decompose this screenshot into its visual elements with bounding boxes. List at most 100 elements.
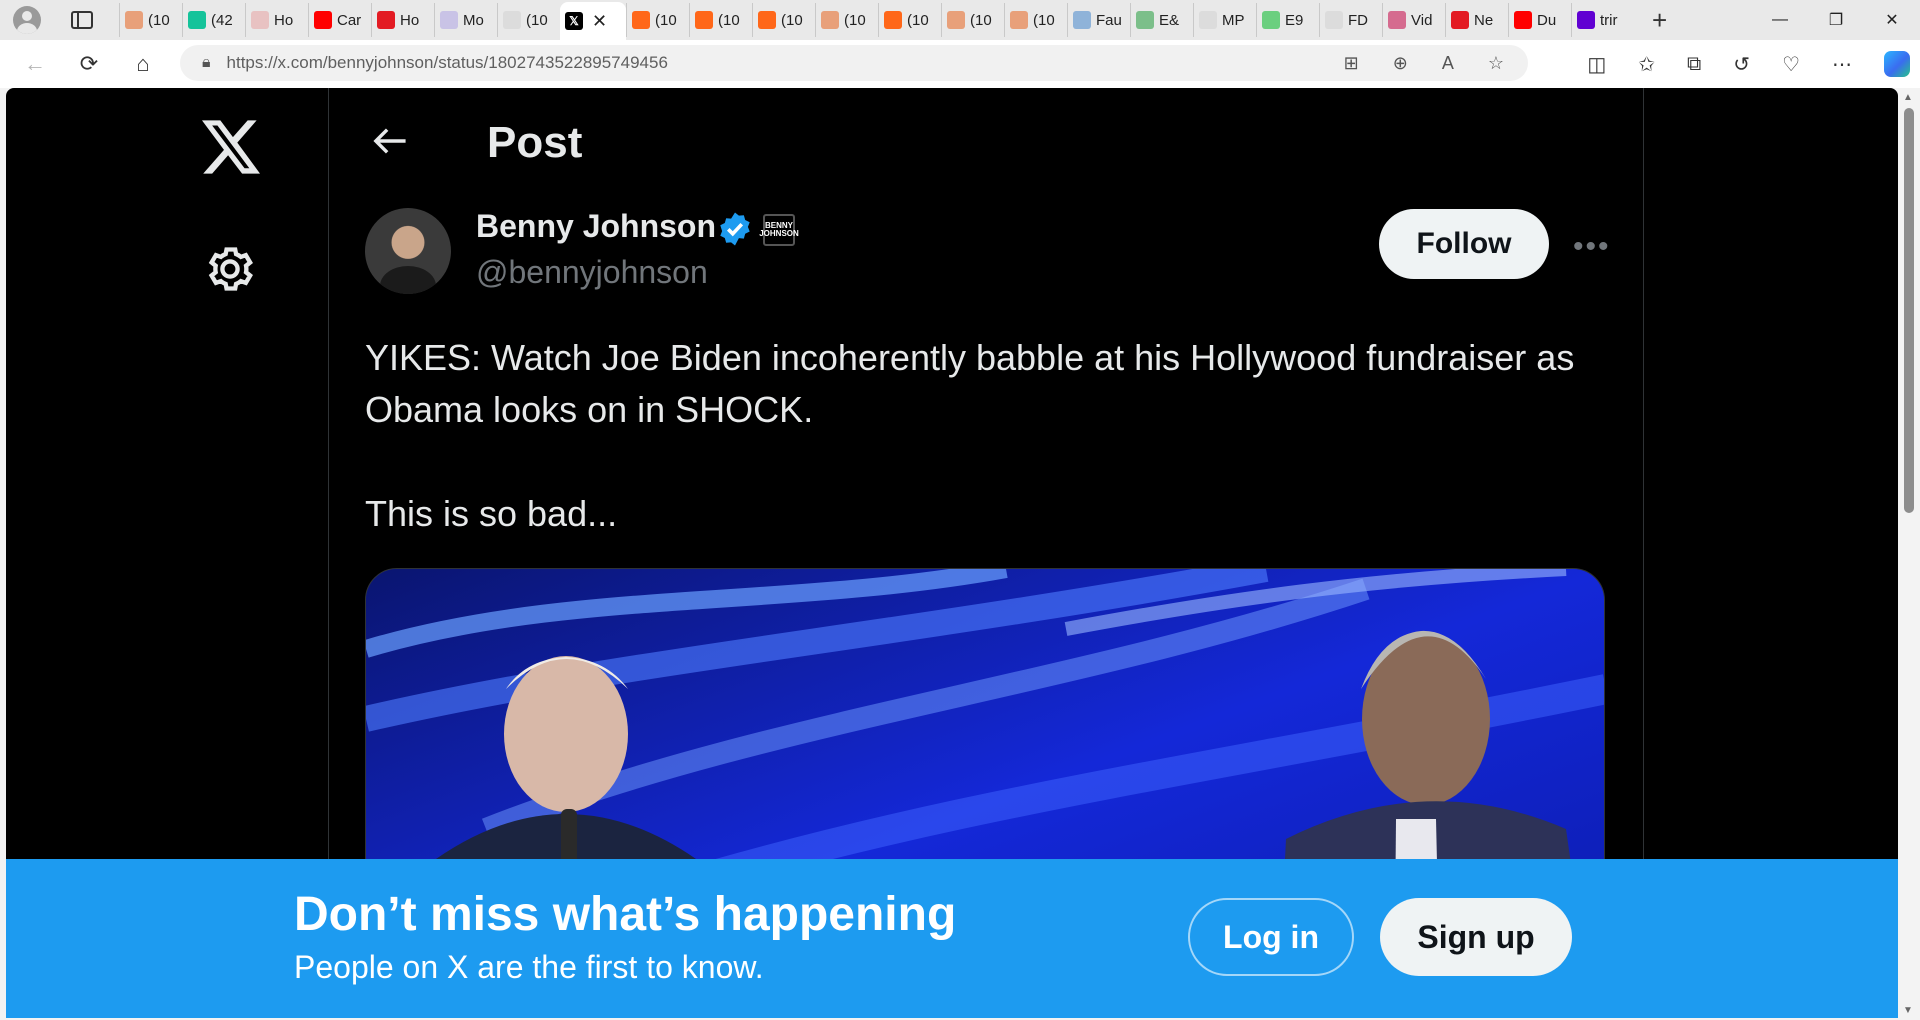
minimize-icon[interactable]: — <box>1752 11 1808 29</box>
youtube-icon <box>1514 11 1532 29</box>
browser-tab[interactable]: E9 <box>1256 3 1319 37</box>
back-arrow-icon[interactable] <box>373 126 407 156</box>
yahoo-icon <box>1577 11 1595 29</box>
browser-tab[interactable]: Ho <box>245 3 308 37</box>
performance-icon[interactable]: ♡ <box>1782 52 1800 77</box>
follow-button[interactable]: Follow <box>1379 209 1549 279</box>
url-actions: ⊞ ⊕ A ☆ <box>1344 53 1504 74</box>
browser-tab[interactable]: FD <box>1319 3 1382 37</box>
signup-banner: Don’t miss what’s happening People on X … <box>6 859 1898 1018</box>
browser-tab[interactable]: (10 <box>941 3 1004 37</box>
browser-tab[interactable]: 𝕏 ✕ <box>560 2 626 40</box>
substack-icon <box>125 11 143 29</box>
author-handle[interactable]: @bennyjohnson <box>476 254 708 291</box>
browser-tab-label: (10 <box>781 11 803 29</box>
browser-tab-label: (10 <box>1033 11 1055 29</box>
browser-tab[interactable]: (10 <box>689 3 752 37</box>
browser-tab[interactable]: Fau <box>1067 3 1130 37</box>
home-icon[interactable]: ⌂ <box>122 51 164 77</box>
browser-tab[interactable]: Mo <box>434 3 497 37</box>
browser-tab[interactable]: (10 <box>815 3 878 37</box>
banner-title: Don’t miss what’s happening <box>294 888 957 941</box>
settings-more-icon[interactable]: ⋯ <box>1832 52 1852 77</box>
ai-icon <box>440 11 458 29</box>
affiliate-badge-text: BENNY JOHNSON <box>759 221 799 238</box>
url-text[interactable]: https://x.com/bennyjohnson/status/180274… <box>227 53 668 73</box>
address-bar-row: ← ⟳ ⌂ 🔒︎ https://x.com/bennyjohnson/stat… <box>0 40 1920 88</box>
read-aloud-icon[interactable]: A <box>1442 53 1454 74</box>
affiliate-badge[interactable]: BENNY JOHNSON <box>759 214 799 246</box>
window-controls: — ❐ ✕ <box>1752 0 1920 40</box>
sign-up-button[interactable]: Sign up <box>1380 898 1572 976</box>
browser-tab-label: (10 <box>907 11 929 29</box>
favorites-icon[interactable]: ✩ <box>1638 52 1655 77</box>
browser-tab[interactable]: (10 <box>119 3 182 37</box>
youtube-icon <box>314 11 332 29</box>
profile-icon[interactable] <box>13 6 41 34</box>
browser-tab-label: (42 <box>211 11 233 29</box>
browser-tab-label: Mo <box>463 11 484 29</box>
verified-badge-icon[interactable] <box>717 211 753 247</box>
close-window-icon[interactable]: ✕ <box>1864 10 1920 30</box>
lock-icon[interactable]: 🔒︎ <box>202 54 211 72</box>
refresh-icon[interactable]: ⟳ <box>68 51 110 77</box>
shield-icon <box>377 11 395 29</box>
browser-tab[interactable]: Car <box>308 3 371 37</box>
collections-icon[interactable]: ⧉ <box>1687 53 1701 76</box>
bi-icon <box>251 11 269 29</box>
app-available-icon[interactable]: ⊞ <box>1344 53 1359 74</box>
circle-icon <box>1136 11 1154 29</box>
log-in-button[interactable]: Log in <box>1188 898 1354 976</box>
r-icon <box>1451 11 1469 29</box>
browser-tab[interactable]: Ne <box>1445 3 1508 37</box>
browser-tab[interactable]: Vid <box>1382 3 1445 37</box>
settings-gear-icon[interactable] <box>204 243 256 295</box>
more-options-icon[interactable]: ••• <box>1573 230 1611 264</box>
browser-tab[interactable]: (10 <box>497 3 560 37</box>
tweet-paragraph: YIKES: Watch Joe Biden incoherently babb… <box>365 337 1575 430</box>
favorite-star-icon[interactable]: ☆ <box>1488 53 1504 74</box>
scroll-down-icon[interactable]: ▼ <box>1903 1005 1913 1016</box>
browser-tab[interactable]: (10 <box>1004 3 1067 37</box>
browser-tab[interactable]: E& <box>1130 3 1193 37</box>
restore-icon[interactable]: ❐ <box>1808 10 1864 30</box>
x-logo-icon[interactable] <box>202 120 260 174</box>
page-icon <box>1325 11 1343 29</box>
page-icon <box>503 11 521 29</box>
browser-tab[interactable]: Ho <box>371 3 434 37</box>
page-scrollbar[interactable]: ▲ ▼ <box>1898 88 1920 1020</box>
browser-tab[interactable]: (10 <box>878 3 941 37</box>
tweet-paragraph: This is so bad... <box>365 493 618 534</box>
copilot-icon[interactable] <box>1884 51 1910 77</box>
browser-tab[interactable]: trir <box>1571 3 1634 37</box>
substack-icon <box>1010 11 1028 29</box>
browser-tab-label: (10 <box>526 11 548 29</box>
browser-tab-label: Du <box>1537 11 1557 29</box>
zoom-icon[interactable]: ⊕ <box>1393 53 1408 74</box>
author-name[interactable]: Benny Johnson <box>476 208 716 245</box>
new-tab-icon[interactable]: + <box>1652 5 1667 36</box>
browser-toolbar: ◫ ✩ ⧉ ↺ ♡ ⋯ <box>1587 40 1910 88</box>
browser-tab-label: MP <box>1222 11 1245 29</box>
browser-tab[interactable]: MP <box>1193 3 1256 37</box>
browser-tab-label: Fau <box>1096 11 1122 29</box>
browser-tab[interactable]: (10 <box>752 3 815 37</box>
history-icon[interactable]: ↺ <box>1733 52 1750 77</box>
tab-strip: (10 (42 Ho Car Ho Mo (10 𝕏 ✕ (10 (10 (10 (10 (10 (10 (1… <box>119 0 1634 40</box>
page-viewport: Post Benny Johnson BENNY JOHNSON @bennyj… <box>6 88 1898 1018</box>
browser-tab[interactable]: Du <box>1508 3 1571 37</box>
tab-actions-icon[interactable] <box>71 11 93 29</box>
back-nav-icon[interactable]: ← <box>14 51 56 77</box>
substack-icon <box>758 11 776 29</box>
split-screen-icon[interactable]: ◫ <box>1587 52 1606 77</box>
browser-tab-label: (10 <box>844 11 866 29</box>
browser-tab-label: trir <box>1600 11 1618 29</box>
substack-icon <box>884 11 902 29</box>
avatar[interactable] <box>365 208 451 294</box>
browser-tab[interactable]: (42 <box>182 3 245 37</box>
scrollbar-thumb[interactable] <box>1904 108 1914 513</box>
browser-tab[interactable]: (10 <box>626 3 689 37</box>
scroll-up-icon[interactable]: ▲ <box>1903 92 1913 103</box>
close-tab-icon[interactable]: ✕ <box>592 11 607 32</box>
url-field[interactable]: 🔒︎ https://x.com/bennyjohnson/status/180… <box>180 45 1528 81</box>
